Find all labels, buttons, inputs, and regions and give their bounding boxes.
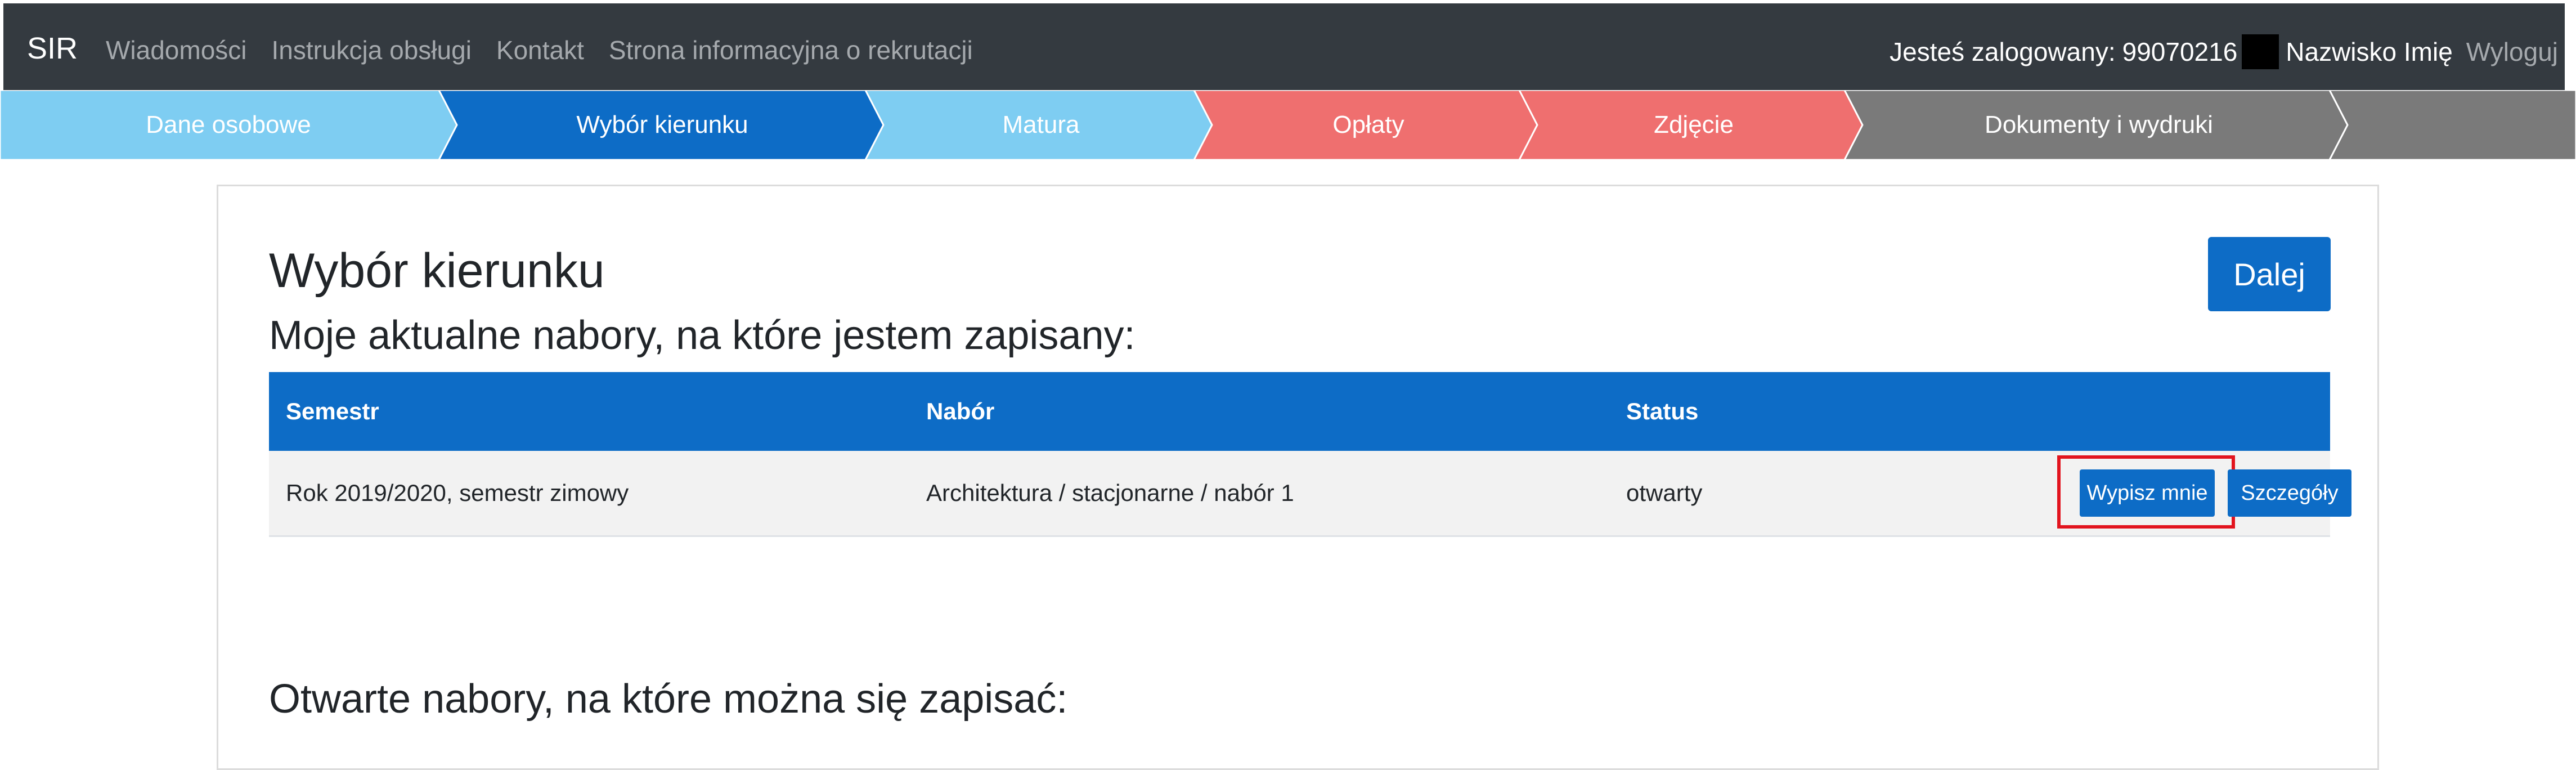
table-header: Semestr Nabór Status [269, 372, 2330, 451]
details-button[interactable]: Szczegóły [2228, 469, 2351, 517]
page-title: Wybór kierunku [269, 244, 605, 298]
user-name: Nazwisko Imię [2286, 37, 2453, 66]
column-header-recruitment: Nabór [926, 398, 995, 424]
nav-link-recruitment-info[interactable]: Strona informacyjna o rekrutacji [609, 34, 973, 66]
step-progress-bar: Dane osobowe Wybór kierunku Matura Opłat… [0, 90, 2576, 160]
nav-link-manual[interactable]: Instrukcja obsługi [272, 34, 472, 66]
logged-in-label: Jesteś zalogowany: [1890, 37, 2116, 66]
cell-status: otwarty [1626, 480, 1703, 506]
step-shape-tail [2328, 90, 2576, 160]
nav-links: Wiadomości Instrukcja obsługi Kontakt St… [106, 34, 998, 66]
brand-logo[interactable]: SIR [27, 32, 78, 65]
unsubscribe-button[interactable]: Wypisz mnie [2080, 469, 2215, 517]
step-personal-data[interactable]: Dane osobowe [0, 90, 457, 160]
step-matura[interactable]: Matura [883, 90, 1199, 160]
step-fees[interactable]: Opłaty [1212, 90, 1525, 160]
current-recruitments-title: Moje aktualne nabory, na które jestem za… [269, 313, 1136, 358]
logout-link[interactable]: Wyloguj [2466, 36, 2558, 68]
step-photo[interactable]: Zdjęcie [1537, 90, 1850, 160]
current-recruitments-table: Semestr Nabór Status Rok 2019/2020, seme… [269, 372, 2351, 537]
top-navbar: SIR Wiadomości Instrukcja obsługi Kontak… [0, 0, 2576, 90]
column-header-semester: Semestr [286, 398, 379, 424]
user-id: 99070216 [2122, 37, 2238, 66]
open-recruitments-title: Otwarte nabory, na które można się zapis… [269, 677, 1068, 722]
table-row: Rok 2019/2020, semestr zimowy Architektu… [269, 451, 2351, 537]
column-header-status: Status [1626, 398, 1699, 424]
step-field-choice[interactable]: Wybór kierunku [457, 90, 868, 160]
cell-recruitment: Architektura / stacjonarne / nabór 1 [926, 480, 1294, 506]
user-status: Jesteś zalogowany: 99070216 Nazwisko Imi… [1890, 34, 2558, 69]
main-card: Wybór kierunku Dalej Moje aktualne nabor… [217, 185, 2379, 770]
next-button[interactable]: Dalej [2208, 237, 2331, 311]
nav-link-messages[interactable]: Wiadomości [106, 34, 247, 66]
step-documents[interactable]: Dokumenty i wydruki [1863, 90, 2335, 160]
cell-semester: Rok 2019/2020, semestr zimowy [286, 480, 629, 506]
redacted-block [2242, 34, 2279, 69]
nav-link-contact[interactable]: Kontakt [496, 34, 584, 66]
